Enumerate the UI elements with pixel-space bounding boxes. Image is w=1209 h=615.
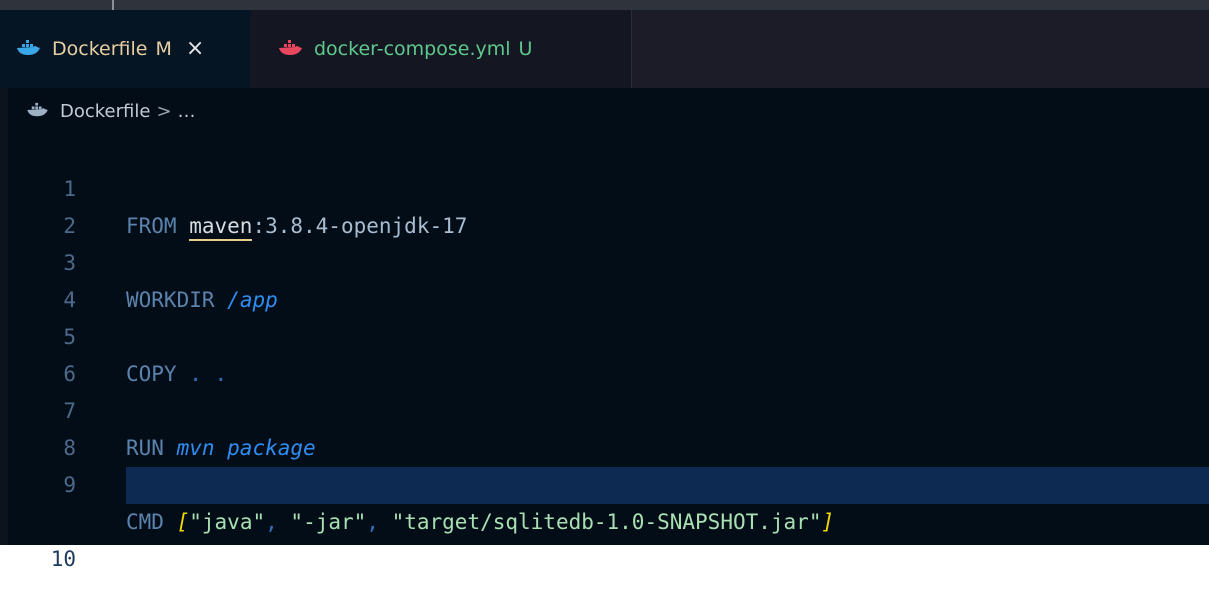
open-bracket: [ xyxy=(176,510,190,534)
editor-window: Dockerfile M × docker-compose.yml U Dock… xyxy=(0,0,1209,571)
close-icon[interactable]: × xyxy=(186,38,204,60)
string-literal: "target/sqlitedb-1.0-SNAPSHOT.jar" xyxy=(391,510,822,534)
code-line-4[interactable]: 4 xyxy=(0,245,1209,312)
tab-docker-compose-label: docker-compose.yml xyxy=(314,38,511,60)
breadcrumb: Dockerfile > … xyxy=(26,96,196,126)
code-line-10[interactable]: 10 xyxy=(0,467,1209,571)
code-line-3[interactable]: 3 WORKDIR /app xyxy=(0,208,1209,312)
docker-whale-icon xyxy=(278,39,306,59)
breadcrumb-rest[interactable]: … xyxy=(178,101,196,122)
code-line-6[interactable]: 6 xyxy=(0,319,1209,386)
tab-docker-compose-status: U xyxy=(518,38,533,60)
code-line-7[interactable]: 7 RUN mvn package xyxy=(0,356,1209,460)
breadcrumb-file[interactable]: Dockerfile xyxy=(60,101,150,122)
line-number: 10 xyxy=(50,547,76,571)
tab-dockerfile[interactable]: Dockerfile M × xyxy=(0,10,250,88)
code-line-8[interactable]: 8 xyxy=(0,393,1209,460)
title-bar-separator xyxy=(112,0,114,10)
comma: , xyxy=(265,510,278,534)
title-bar xyxy=(0,0,1209,10)
docker-whale-icon xyxy=(16,39,44,59)
code-editor[interactable]: Dockerfile > … 1 FROM maven:3.8.4-openjd… xyxy=(0,88,1209,571)
tab-docker-compose[interactable]: docker-compose.yml U xyxy=(250,10,632,88)
code-lines: 1 FROM maven:3.8.4-openjdk-17 2 3 WORKDI… xyxy=(0,134,1209,571)
string-literal: "java" xyxy=(189,510,266,534)
tab-dockerfile-status: M xyxy=(155,38,172,60)
code-line-5[interactable]: 5 COPY . . xyxy=(0,282,1209,386)
code-line-9[interactable]: 9 CMD ["java", "-jar", "target/sqlitedb-… xyxy=(0,430,1209,534)
keyword: CMD xyxy=(126,510,164,534)
line-content: CMD ["java", "-jar", "target/sqlitedb-1.… xyxy=(126,504,834,541)
editor-gutter-edge xyxy=(0,88,8,545)
tab-dockerfile-label: Dockerfile xyxy=(52,38,148,60)
comma: , xyxy=(366,510,379,534)
current-line-highlight xyxy=(126,467,1209,504)
docker-whale-icon xyxy=(26,102,52,120)
close-bracket: ] xyxy=(821,510,835,534)
tab-bar: Dockerfile M × docker-compose.yml U xyxy=(0,10,1209,88)
code-line-2[interactable]: 2 xyxy=(0,171,1209,238)
string-literal: "-jar" xyxy=(290,510,367,534)
code-line-1[interactable]: 1 FROM maven:3.8.4-openjdk-17 xyxy=(0,134,1209,241)
breadcrumb-separator: > xyxy=(156,100,172,122)
